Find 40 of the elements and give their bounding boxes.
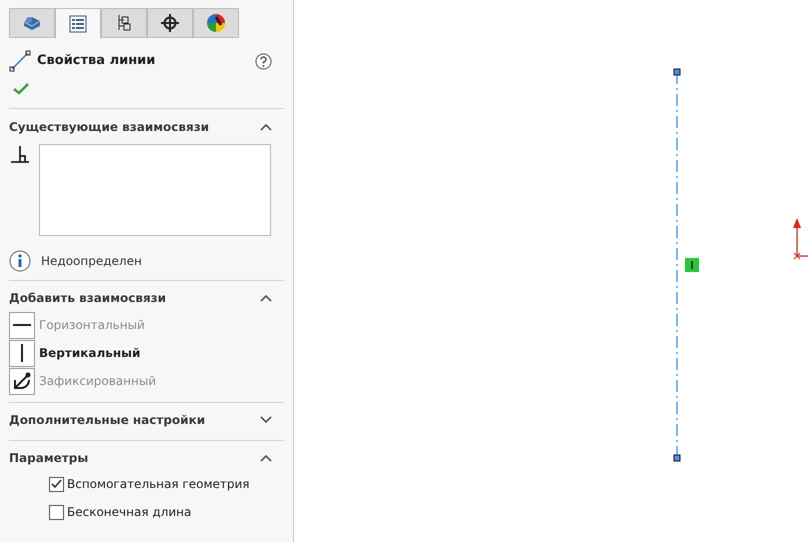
construction-line[interactable] (673, 68, 681, 462)
option-checkbox[interactable]: Бесконечная длина (49, 503, 284, 521)
relation-button[interactable] (9, 340, 35, 366)
relation-label: Горизонтальный (39, 317, 145, 334)
relation-label: Вертикальный (39, 345, 140, 362)
relation-button[interactable] (9, 368, 35, 394)
horizontal-line-icon (13, 324, 31, 326)
panel-tab[interactable] (147, 8, 193, 38)
relation-button[interactable] (9, 312, 35, 338)
section-title[interactable]: Добавить взаимосвязи (9, 289, 166, 307)
expand-icon[interactable] (260, 416, 272, 424)
part-icon (22, 14, 42, 32)
section-title[interactable]: Дополнительные настройки (9, 411, 206, 429)
option-checkbox[interactable]: Вспомогательная геометрия (49, 475, 284, 493)
collapse-icon[interactable] (260, 294, 272, 302)
collapse-icon[interactable] (260, 454, 272, 462)
collapse-icon[interactable] (260, 123, 272, 131)
help-icon[interactable] (255, 52, 272, 70)
list-icon (69, 14, 87, 32)
checkbox[interactable] (49, 504, 64, 520)
anchor-icon (11, 370, 33, 392)
color-wheel-icon (206, 13, 226, 33)
relation-label: Зафиксированный (39, 373, 156, 390)
crosshair-icon (161, 14, 179, 32)
perpendicular-icon (9, 144, 31, 166)
vertical-relation-icon (685, 258, 699, 272)
origin-icon (791, 216, 808, 260)
ok-check-icon[interactable] (13, 82, 29, 95)
vertical-line-icon (21, 344, 23, 362)
section-title[interactable]: Параметры (9, 449, 88, 467)
status-text: Недоопределен (41, 253, 142, 270)
panel-tab[interactable] (101, 8, 147, 38)
checkbox[interactable] (49, 476, 64, 492)
line-icon (9, 50, 31, 72)
info-icon (9, 250, 31, 272)
panel-title: Свойства линии (37, 52, 156, 70)
panel-tab[interactable] (193, 8, 239, 38)
section-title[interactable]: Существующие взаимосвязи (9, 118, 210, 136)
panel-tab[interactable] (55, 8, 101, 38)
tree-icon (116, 14, 132, 32)
